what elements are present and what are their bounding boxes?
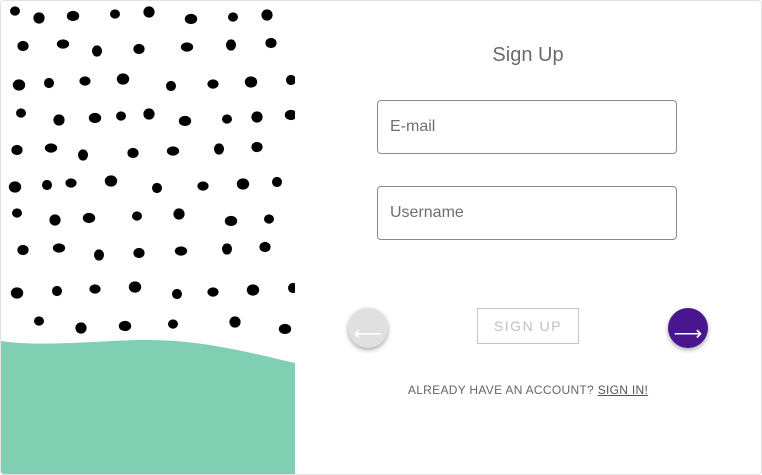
decorative-dot [174,246,188,256]
page-title: Sign Up [492,44,564,66]
sign-up-button[interactable]: SIGN UP [477,308,579,344]
decorative-dot [251,111,263,123]
decorative-dot [17,40,29,52]
next-button[interactable]: ⟶ [668,308,708,348]
decorative-dot [79,76,91,86]
username-field[interactable] [377,186,677,240]
decorative-dot [184,13,198,25]
decorative-dot [261,9,273,21]
decorative-dot [53,114,65,126]
signup-card: Sign Up ⟵ SIGN UP ⟶ ALREADY HAVE AN ACCO… [0,0,762,475]
decorative-dot [42,179,52,191]
decorative-dot [10,6,20,16]
decorative-dot [133,247,145,259]
arrow-left-icon: ⟵ [353,323,383,345]
decorative-dot [10,287,24,299]
decorative-dot [197,181,209,191]
decorative-dot [222,114,232,124]
decorative-dot [104,175,118,187]
sign-in-link[interactable]: SIGN IN! [598,383,648,397]
decorative-dot [116,73,130,85]
decorative-dot [92,45,102,57]
decorative-dot [44,77,54,89]
decorative-dot [34,316,44,326]
arrow-right-icon: ⟶ [673,323,703,345]
decorative-dot [65,178,77,188]
decorative-dot [132,211,142,221]
decorative-dot [78,149,88,161]
decorative-dot [133,43,145,55]
decorative-dot [207,79,219,89]
back-button[interactable]: ⟵ [348,308,388,348]
decorative-dot [180,42,194,52]
decorative-dot [82,212,96,224]
decorative-dot [214,143,224,155]
decorative-dot [224,215,238,227]
decorative-dot [118,320,132,332]
decorative-dot [222,243,232,255]
mint-wave-shape [1,339,295,474]
email-field[interactable] [377,100,677,154]
decorative-dot [278,323,292,335]
decorative-dot [16,108,26,118]
decorative-dot [8,181,22,193]
decorative-dot [207,287,219,297]
decorative-dot [127,147,139,159]
decorative-dot [11,144,23,156]
decorative-dot [17,244,29,256]
decorative-dot [244,76,258,88]
decorative-dot [178,115,192,127]
decorative-dot [226,39,236,51]
decorative-dot [143,108,155,120]
decorative-dot [44,143,58,153]
decorative-dot [265,37,277,49]
decorative-dot [116,111,126,121]
decorative-dots-illustration [1,1,295,474]
decorative-dot [152,182,162,194]
decorative-dot [49,214,61,226]
decorative-dot [251,141,263,153]
decorative-dot [12,208,22,218]
decorative-dot [52,243,66,253]
decorative-dot [168,319,178,329]
decorative-dot [228,12,238,22]
decorative-dot [246,284,260,296]
decorative-dot [89,284,101,294]
decorative-dot [75,322,87,334]
decorative-dot [264,214,274,224]
decorative-dot [173,208,185,220]
decorative-dot [88,112,102,124]
decorative-dot [236,178,250,190]
decorative-dot [56,39,70,49]
decorative-dot [66,10,80,22]
sign-in-prompt-text: ALREADY HAVE AN ACCOUNT? [407,383,595,397]
decorative-dot [166,80,176,92]
decorative-dot [272,176,282,188]
decorative-dot [259,241,271,253]
email-input[interactable] [378,101,676,153]
decorative-dot [229,316,241,328]
decorative-dot [52,285,62,297]
decorative-dot [110,9,120,19]
decorative-dot [172,288,182,300]
decorative-dot [12,79,26,91]
decorative-dot [94,249,104,261]
username-input[interactable] [378,187,676,239]
decorative-dot [166,146,180,156]
sign-in-prompt: ALREADY HAVE AN ACCOUNT? SIGN IN! [377,383,679,397]
decorative-dot [143,6,155,18]
decorative-dot [33,12,45,24]
decorative-dot [128,281,142,293]
